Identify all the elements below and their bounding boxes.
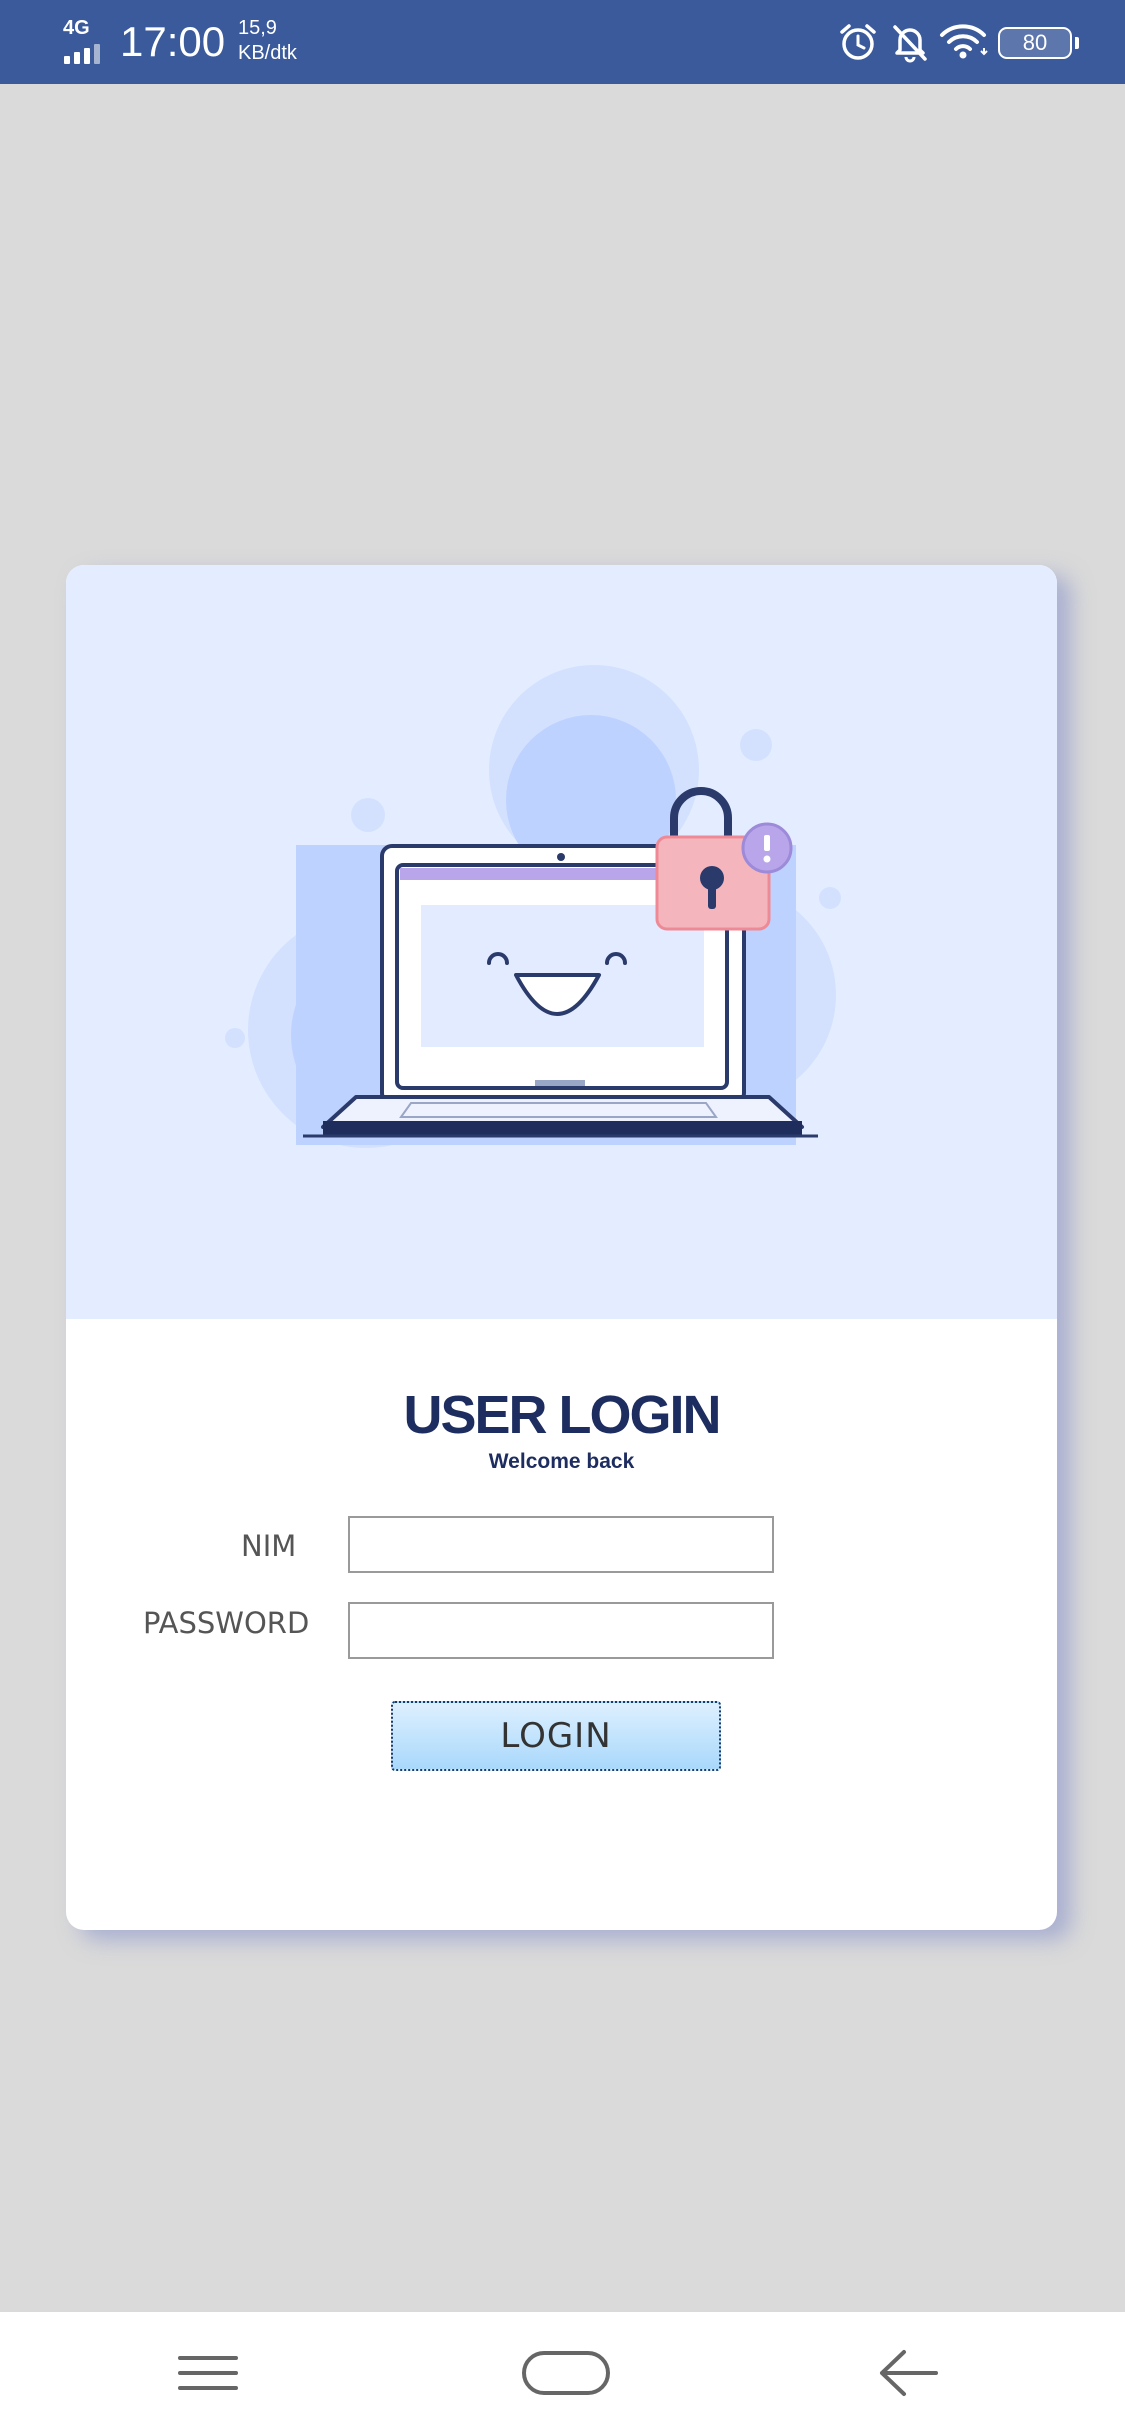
status-bar: 4G 17:00 15,9 KB/dtk 80	[0, 0, 1125, 84]
login-subtitle: Welcome back	[488, 1450, 635, 1473]
nim-input[interactable]	[348, 1516, 774, 1573]
hero-section	[66, 565, 1057, 1319]
laptop-lock-illustration	[225, 665, 841, 1148]
signal-icon: 4G	[58, 18, 110, 66]
login-card: USER LOGIN Welcome back NIM PASSWORD LOG…	[66, 565, 1057, 1930]
back-icon[interactable]	[868, 2342, 948, 2402]
network-speed-unit: KB/dtk	[238, 42, 297, 64]
app-screen: 4G 17:00 15,9 KB/dtk 80 USER LOGIN Welco…	[0, 0, 1125, 2436]
home-icon[interactable]	[516, 2342, 616, 2402]
menu-icon[interactable]	[168, 2342, 248, 2402]
network-speed: 15,9 KB/dtk	[238, 16, 297, 66]
bell-off-icon	[893, 25, 927, 63]
navigation-bar	[0, 2312, 1125, 2436]
battery-icon: 80	[998, 27, 1079, 59]
login-button[interactable]: LOGIN	[391, 1701, 721, 1771]
password-label: PASSWORD	[143, 1606, 310, 1640]
wifi-icon	[940, 24, 988, 59]
nim-label: NIM	[241, 1529, 297, 1563]
login-title: USER LOGIN	[403, 1385, 721, 1445]
password-input[interactable]	[348, 1602, 774, 1659]
network-type: 4G	[63, 17, 90, 39]
alarm-icon	[840, 24, 876, 60]
status-time: 17:00	[120, 18, 226, 65]
network-speed-value: 15,9	[238, 17, 277, 39]
